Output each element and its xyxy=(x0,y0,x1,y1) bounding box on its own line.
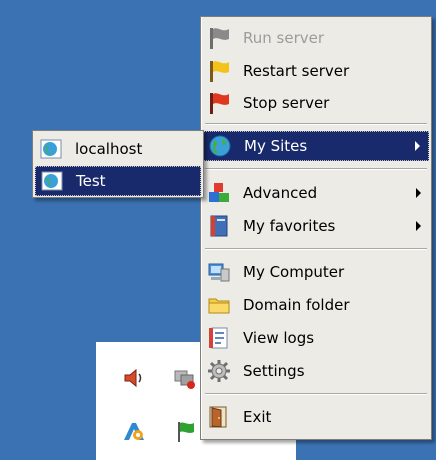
green-flag-icon[interactable] xyxy=(174,420,198,444)
red-flag-icon xyxy=(210,93,229,114)
menu-separator xyxy=(205,393,427,395)
folder-icon xyxy=(208,298,230,314)
menu-item-restart-server[interactable]: Restart server xyxy=(203,56,429,86)
blocks-icon xyxy=(209,183,229,202)
globe-icon xyxy=(209,135,231,157)
menu-separator xyxy=(205,248,427,250)
menu-separator xyxy=(205,168,427,170)
menu-item-run-server[interactable]: Run server xyxy=(203,23,429,53)
context-menu: Run server Restart server Stop server My… xyxy=(200,16,432,440)
network-icon[interactable] xyxy=(172,366,196,390)
speaker-icon[interactable] xyxy=(122,366,146,390)
door-icon xyxy=(209,406,227,428)
yellow-flag-icon xyxy=(210,61,229,82)
menu-item-label: My favorites xyxy=(243,217,336,235)
menu-item-label: Advanced xyxy=(243,184,318,202)
menu-separator xyxy=(205,123,427,125)
app-icon[interactable] xyxy=(122,420,146,444)
site-icon xyxy=(40,139,62,159)
menu-item-label: My Sites xyxy=(244,137,308,155)
submenu-item-test[interactable]: Test xyxy=(35,166,201,196)
menu-item-advanced[interactable]: Advanced xyxy=(203,178,429,208)
computer-icon xyxy=(208,263,230,282)
menu-item-domain-folder[interactable]: Domain folder xyxy=(203,290,429,320)
menu-item-label: Domain folder xyxy=(243,296,350,314)
my-sites-submenu: localhost Test xyxy=(32,130,204,198)
menu-item-label: View logs xyxy=(243,329,315,347)
submenu-item-localhost[interactable]: localhost xyxy=(35,134,201,164)
menu-item-stop-server[interactable]: Stop server xyxy=(203,88,429,118)
site-icon xyxy=(41,171,63,191)
chevron-right-icon xyxy=(416,188,421,198)
submenu-item-label: localhost xyxy=(75,140,143,158)
menu-item-exit[interactable]: Exit xyxy=(203,402,429,432)
menu-item-label: Run server xyxy=(243,29,325,47)
menu-item-my-sites[interactable]: My Sites xyxy=(203,131,429,161)
log-icon xyxy=(209,327,228,349)
menu-item-my-computer[interactable]: My Computer xyxy=(203,257,429,287)
menu-item-view-logs[interactable]: View logs xyxy=(203,323,429,353)
menu-item-label: Restart server xyxy=(243,62,350,80)
menu-item-label: Exit xyxy=(243,408,272,426)
menu-item-label: Settings xyxy=(243,362,305,380)
chevron-right-icon xyxy=(415,141,420,151)
gray-flag-icon xyxy=(210,28,229,49)
submenu-item-label: Test xyxy=(76,172,106,190)
menu-item-my-favorites[interactable]: My favorites xyxy=(203,211,429,241)
menu-item-settings[interactable]: Settings xyxy=(203,356,429,386)
book-icon xyxy=(210,215,228,237)
gear-icon xyxy=(208,360,230,382)
menu-item-label: My Computer xyxy=(243,263,345,281)
chevron-right-icon xyxy=(416,221,421,231)
menu-item-label: Stop server xyxy=(243,94,330,112)
